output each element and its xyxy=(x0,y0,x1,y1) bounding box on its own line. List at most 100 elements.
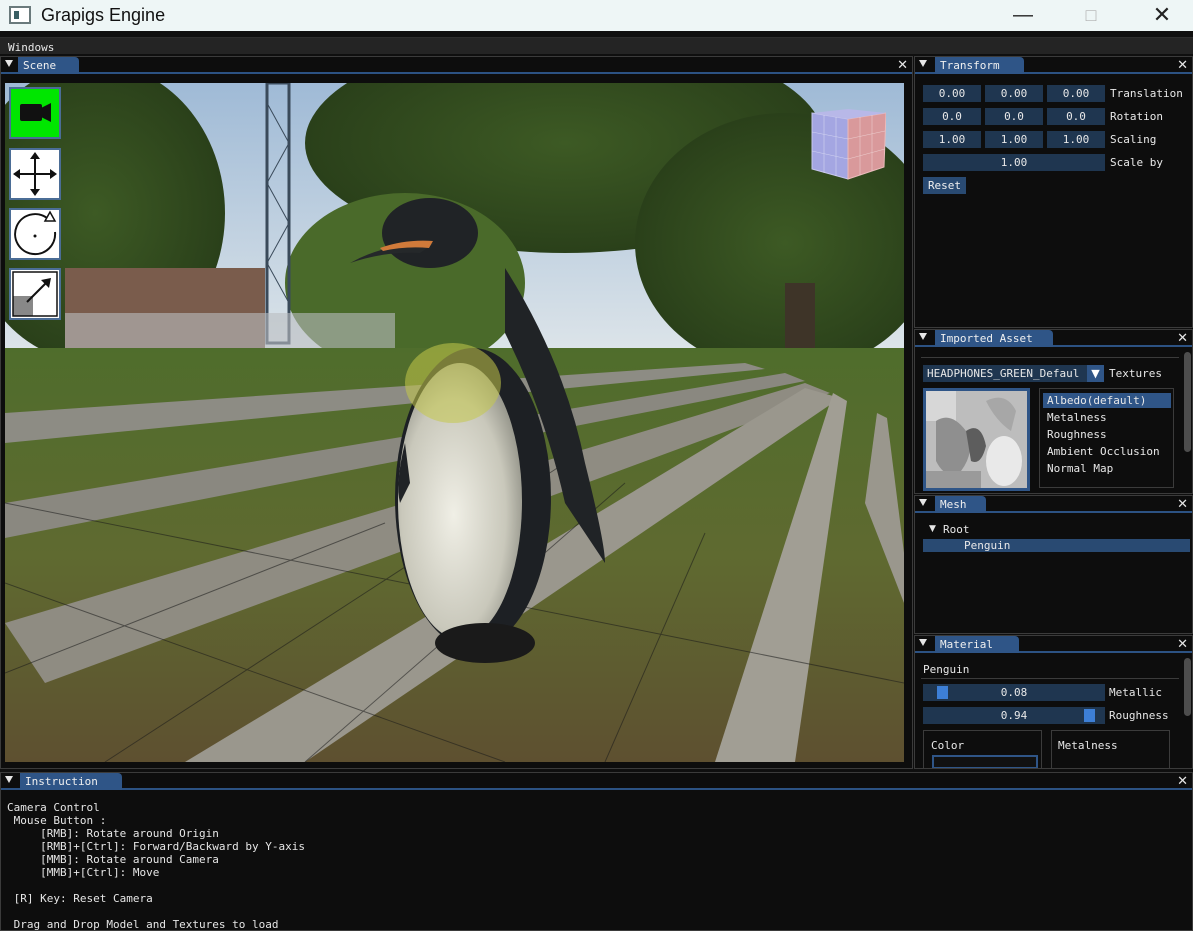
menu-windows[interactable]: Windows xyxy=(8,41,54,54)
rotate-tool-button[interactable] xyxy=(9,208,61,260)
color-label: Color xyxy=(931,739,965,752)
scale-icon xyxy=(12,271,58,317)
texture-preview[interactable] xyxy=(923,388,1030,491)
transform-panel: Transform ✕ 0.00 0.00 0.00 Translation 0… xyxy=(914,56,1193,328)
reset-button[interactable]: Reset xyxy=(923,177,966,194)
instruction-line: [MMB]: Rotate around Camera xyxy=(7,853,219,866)
view-cube-icon[interactable] xyxy=(808,109,887,181)
mesh-child-node[interactable]: Penguin xyxy=(964,537,1010,554)
material-scrollbar[interactable] xyxy=(1183,656,1192,768)
metallic-value: 0.08 xyxy=(1000,686,1028,699)
scale-tool-button[interactable] xyxy=(9,268,61,320)
rotation-z-field[interactable]: 0.0 xyxy=(1047,108,1105,125)
texture-list: Albedo(default) Metalness Roughness Ambi… xyxy=(1039,388,1174,488)
mesh-root-node[interactable]: Root xyxy=(943,521,970,538)
color-texture-box[interactable]: Color xyxy=(923,730,1042,768)
close-icon[interactable]: ✕ xyxy=(897,57,908,74)
instruction-line: Drag and Drop Model and Textures to load xyxy=(7,918,279,931)
collapse-arrow-icon[interactable] xyxy=(5,776,13,783)
rotation-x-field[interactable]: 0.0 xyxy=(923,108,981,125)
metalness-label: Metalness xyxy=(1058,739,1118,752)
asset-dropdown[interactable]: HEADPHONES_GREEN_Defaul xyxy=(923,365,1087,382)
tab-scene[interactable]: Scene xyxy=(18,57,79,74)
translation-label: Translation xyxy=(1110,87,1183,100)
tab-mesh[interactable]: Mesh xyxy=(935,496,986,513)
metalness-texture-box[interactable]: Metalness xyxy=(1051,730,1170,768)
translation-x-field[interactable]: 0.00 xyxy=(923,85,981,102)
maximize-icon[interactable]: □ xyxy=(1056,0,1126,31)
metallic-label: Metallic xyxy=(1109,686,1162,699)
scale-by-field[interactable]: 1.00 xyxy=(923,154,1105,171)
material-panel: Material ✕ Penguin 0.08 Metallic 0.94 Ro… xyxy=(914,635,1193,769)
scaling-label: Scaling xyxy=(1110,133,1157,146)
instruction-line: [R] Key: Reset Camera xyxy=(7,892,153,905)
close-icon[interactable]: ✕ xyxy=(1177,636,1188,653)
collapse-arrow-icon[interactable] xyxy=(5,60,13,67)
instruction-line: [MMB]+[Ctrl]: Move xyxy=(7,866,160,879)
title-bar: Grapigs Engine — □ ✕ xyxy=(0,0,1193,31)
collapse-arrow-icon[interactable] xyxy=(919,60,927,67)
tab-material[interactable]: Material xyxy=(935,636,1019,653)
texture-item-metalness[interactable]: Metalness xyxy=(1047,409,1107,426)
scaling-z-field[interactable]: 1.00 xyxy=(1047,131,1105,148)
scene-render xyxy=(5,83,904,762)
roughness-value: 0.94 xyxy=(1000,709,1028,722)
instruction-line: [RMB]: Rotate around Origin xyxy=(7,827,219,840)
close-icon[interactable]: ✕ xyxy=(1177,57,1188,74)
texture-item-ambient-occlusion[interactable]: Ambient Occlusion xyxy=(1047,443,1160,460)
move-tool-button[interactable] xyxy=(9,148,61,200)
color-texture-thumbnail xyxy=(932,755,1038,768)
asset-scrollbar-thumb[interactable] xyxy=(1184,352,1191,452)
texture-item-roughness[interactable]: Roughness xyxy=(1047,426,1107,443)
mesh-panel: Mesh ✕ ▼ Root Penguin xyxy=(914,495,1193,634)
menu-bar: Windows xyxy=(0,37,1193,54)
separator xyxy=(921,357,1179,358)
camera-tool-button[interactable] xyxy=(9,87,61,139)
rotation-y-field[interactable]: 0.0 xyxy=(985,108,1043,125)
instruction-titlebar: Instruction ✕ xyxy=(1,773,1192,790)
instruction-line: [RMB]+[Ctrl]: Forward/Backward by Y-axis xyxy=(7,840,306,853)
translation-z-field[interactable]: 0.00 xyxy=(1047,85,1105,102)
roughness-label: Roughness xyxy=(1109,709,1169,722)
window-title: Grapigs Engine xyxy=(41,5,166,25)
dropdown-arrow-icon[interactable]: ▼ xyxy=(1087,365,1104,382)
tab-imported-asset[interactable]: Imported Asset xyxy=(935,330,1053,347)
texture-thumbnail xyxy=(926,391,1027,488)
close-icon[interactable]: ✕ xyxy=(1177,773,1188,790)
texture-item-albedo[interactable]: Albedo(default) xyxy=(1047,392,1146,409)
scale-by-label: Scale by xyxy=(1110,156,1163,169)
textures-label: Textures xyxy=(1109,367,1162,380)
close-icon[interactable]: ✕ xyxy=(1177,330,1188,347)
material-name: Penguin xyxy=(923,663,970,676)
scene-titlebar: Scene ✕ xyxy=(1,57,912,74)
scaling-x-field[interactable]: 1.00 xyxy=(923,131,981,148)
rotate-icon xyxy=(14,210,57,256)
translation-y-field[interactable]: 0.00 xyxy=(985,85,1043,102)
material-titlebar: Material ✕ xyxy=(915,636,1192,653)
material-scrollbar-thumb[interactable] xyxy=(1184,658,1191,716)
close-window-icon[interactable]: ✕ xyxy=(1127,0,1193,31)
instruction-line: Mouse Button : xyxy=(7,814,107,827)
asset-scrollbar[interactable] xyxy=(1183,350,1192,493)
imported-asset-titlebar: Imported Asset ✕ xyxy=(915,330,1192,347)
app-icon xyxy=(9,6,31,24)
move-arrows-icon xyxy=(13,152,57,196)
rotation-label: Rotation xyxy=(1110,110,1163,123)
texture-item-normal-map[interactable]: Normal Map xyxy=(1047,460,1113,477)
scene-viewport[interactable] xyxy=(5,83,904,762)
minimize-icon[interactable]: — xyxy=(988,0,1058,31)
camera-icon xyxy=(20,103,51,122)
collapse-arrow-icon[interactable] xyxy=(919,499,927,506)
separator xyxy=(921,678,1179,679)
collapse-arrow-icon[interactable] xyxy=(919,639,927,646)
roughness-slider[interactable]: 0.94 xyxy=(923,707,1105,724)
tab-transform[interactable]: Transform xyxy=(935,57,1024,74)
close-icon[interactable]: ✕ xyxy=(1177,496,1188,513)
scaling-y-field[interactable]: 1.00 xyxy=(985,131,1043,148)
mesh-titlebar: Mesh ✕ xyxy=(915,496,1192,513)
tree-expand-icon[interactable]: ▼ xyxy=(929,524,936,535)
tab-instruction[interactable]: Instruction xyxy=(20,773,122,790)
metallic-slider[interactable]: 0.08 xyxy=(923,684,1105,701)
instruction-line: Camera Control xyxy=(7,801,100,814)
collapse-arrow-icon[interactable] xyxy=(919,333,927,340)
